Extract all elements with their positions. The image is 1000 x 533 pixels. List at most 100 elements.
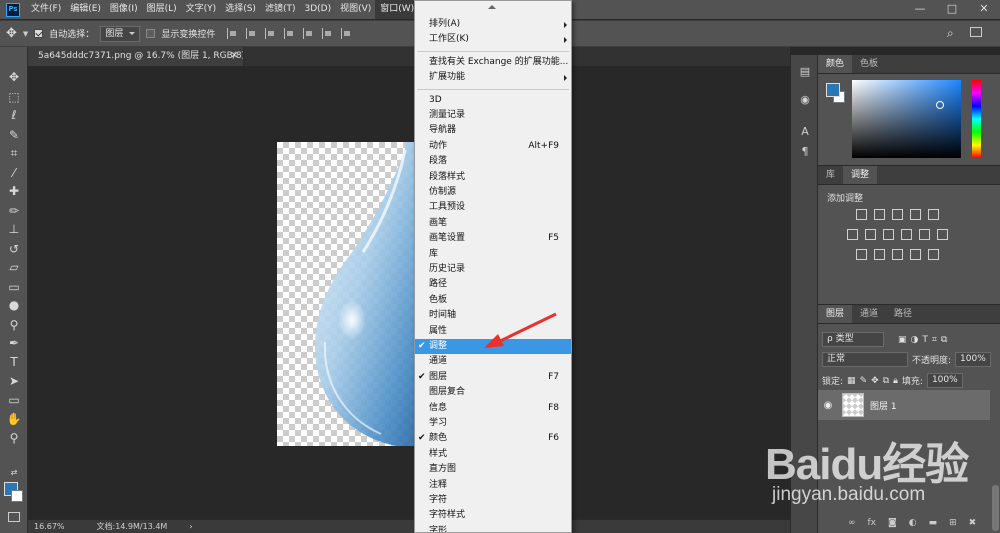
- threshold-icon[interactable]: [892, 249, 903, 260]
- menu-item-31[interactable]: 注释: [415, 478, 571, 493]
- menu-item-27[interactable]: 学习: [415, 416, 571, 431]
- tab-channels[interactable]: 通道: [852, 305, 886, 323]
- zoom-level[interactable]: 16.67%: [28, 522, 65, 531]
- menu-image[interactable]: 图像(I): [105, 0, 142, 19]
- hand-tool-icon[interactable]: ✋: [6, 411, 22, 427]
- menu-item-1[interactable]: 工作区(K): [415, 32, 571, 47]
- menu-3d[interactable]: 3D(D): [299, 0, 335, 19]
- filter-shape-icon[interactable]: ⌗: [932, 335, 937, 345]
- paragraph-panel-icon[interactable]: ¶: [798, 145, 812, 159]
- new-layer-icon[interactable]: ⊞: [949, 518, 957, 528]
- lasso-tool-icon[interactable]: ℓ: [6, 107, 22, 123]
- visibility-eye-icon[interactable]: ◉: [818, 400, 838, 411]
- menu-item-3[interactable]: 查找有关 Exchange 的扩展功能...: [415, 55, 571, 70]
- black-white-icon[interactable]: [883, 229, 894, 240]
- menu-item-28[interactable]: ✔ 颜色 F6: [415, 431, 571, 446]
- lock-all-icon[interactable]: 🔒︎: [893, 376, 898, 386]
- eyedropper-tool-icon[interactable]: ⁄: [6, 165, 22, 181]
- align-right-icon[interactable]: [322, 28, 332, 39]
- menu-item-25[interactable]: 图层复合: [415, 385, 571, 400]
- clone-stamp-tool-icon[interactable]: ⊥: [6, 221, 22, 237]
- menu-window[interactable]: 窗口(W): [375, 0, 419, 19]
- tab-color[interactable]: 颜色: [818, 55, 853, 73]
- blur-tool-icon[interactable]: ●: [6, 297, 22, 313]
- type-tool-icon[interactable]: T: [6, 354, 22, 370]
- auto-select-checkbox[interactable]: [34, 29, 44, 38]
- tab-layers[interactable]: 图层: [818, 305, 853, 323]
- status-menu-arrow-icon[interactable]: ›: [167, 522, 192, 531]
- exposure-icon[interactable]: [910, 209, 921, 220]
- posterize-icon[interactable]: [874, 249, 885, 260]
- history-panel-icon[interactable]: ▤: [798, 65, 812, 79]
- move-tool-icon[interactable]: ✥: [6, 69, 22, 85]
- blend-mode-dropdown[interactable]: 正常: [822, 352, 908, 367]
- tab-libraries[interactable]: 库: [818, 166, 843, 184]
- link-layers-icon[interactable]: ∞: [848, 518, 856, 528]
- vibrance-icon[interactable]: [928, 209, 939, 220]
- tab-swatches[interactable]: 色板: [852, 55, 886, 73]
- menu-item-32[interactable]: 字符: [415, 493, 571, 508]
- move-tool-icon[interactable]: ✥: [6, 26, 17, 41]
- eraser-tool-icon[interactable]: ▱: [6, 259, 22, 275]
- zoom-tool-icon[interactable]: ⚲: [6, 430, 22, 446]
- delete-layer-icon[interactable]: ✖: [969, 518, 977, 528]
- distribute-top-icon[interactable]: [341, 28, 351, 39]
- new-adjustment-icon[interactable]: ◐: [909, 518, 917, 528]
- maximize-button[interactable]: □: [936, 0, 968, 19]
- menu-edit[interactable]: 编辑(E): [65, 0, 105, 19]
- swap-colors-icon[interactable]: ⇄: [6, 465, 22, 481]
- path-select-tool-icon[interactable]: ➤: [6, 373, 22, 389]
- menu-item-9[interactable]: 动作 Alt+F9: [415, 139, 571, 154]
- menu-item-18[interactable]: 路径: [415, 277, 571, 292]
- background-color-swatch[interactable]: [11, 490, 23, 502]
- search-icon[interactable]: ⌕: [947, 26, 954, 41]
- fx-icon[interactable]: fx: [868, 518, 877, 528]
- color-picker-ring[interactable]: [936, 101, 944, 109]
- hue-slider[interactable]: [972, 80, 981, 158]
- menu-item-30[interactable]: 直方图: [415, 462, 571, 477]
- tab-paths[interactable]: 路径: [886, 305, 920, 323]
- lock-artboard-icon[interactable]: ⧉: [883, 376, 889, 386]
- show-transform-checkbox[interactable]: [146, 29, 156, 38]
- auto-select-target-dropdown[interactable]: 图层: [100, 25, 141, 42]
- properties-panel-icon[interactable]: ◉: [798, 93, 812, 107]
- healing-brush-tool-icon[interactable]: ✚: [6, 183, 22, 199]
- layer-name[interactable]: 图层 1: [870, 399, 897, 412]
- filter-pixel-icon[interactable]: ▣: [898, 335, 907, 345]
- menu-item-14[interactable]: 画笔: [415, 216, 571, 231]
- menu-item-26[interactable]: 信息 F8: [415, 401, 571, 416]
- crop-tool-icon[interactable]: ⌗: [6, 145, 22, 161]
- menu-item-34[interactable]: 字形: [415, 524, 571, 532]
- menu-item-33[interactable]: 字符样式: [415, 508, 571, 523]
- menu-item-13[interactable]: 工具预设: [415, 200, 571, 215]
- menu-item-6[interactable]: 3D: [415, 93, 571, 108]
- menu-item-15[interactable]: 画笔设置 F5: [415, 231, 571, 246]
- rectangle-tool-icon[interactable]: ▭: [6, 392, 22, 408]
- menu-item-16[interactable]: 库: [415, 247, 571, 262]
- close-tab-icon[interactable]: ✕: [230, 47, 238, 66]
- menu-type[interactable]: 文字(Y): [181, 0, 221, 19]
- menu-item-8[interactable]: 导航器: [415, 123, 571, 138]
- filter-adjust-icon[interactable]: ◑: [911, 335, 919, 345]
- gradient-map-icon[interactable]: [928, 249, 939, 260]
- brush-tool-icon[interactable]: ✏: [6, 203, 22, 219]
- align-vcenter-icon[interactable]: [246, 28, 256, 39]
- menu-item-7[interactable]: 测量记录: [415, 108, 571, 123]
- menu-item-10[interactable]: 段落: [415, 154, 571, 169]
- color-balance-icon[interactable]: [865, 229, 876, 240]
- document-canvas[interactable]: [277, 142, 416, 446]
- menu-item-12[interactable]: 仿制源: [415, 185, 571, 200]
- menu-item-24[interactable]: ✔ 图层 F7: [415, 370, 571, 385]
- layer-filter-dropdown[interactable]: ρ 类型: [822, 332, 884, 347]
- quick-mask-icon[interactable]: [8, 512, 20, 522]
- selective-color-icon[interactable]: [910, 249, 921, 260]
- menu-item-0[interactable]: 排列(A): [415, 17, 571, 32]
- menu-scroll-up-icon[interactable]: [488, 5, 496, 9]
- channel-mixer-icon[interactable]: [919, 229, 930, 240]
- filter-smart-icon[interactable]: ⧉: [941, 335, 947, 345]
- dodge-tool-icon[interactable]: ⚲: [6, 317, 22, 333]
- menu-item-29[interactable]: 样式: [415, 447, 571, 462]
- menu-item-4[interactable]: 扩展功能: [415, 70, 571, 85]
- lock-pixels-icon[interactable]: ✎: [860, 376, 868, 386]
- tab-adjustments[interactable]: 调整: [843, 166, 878, 184]
